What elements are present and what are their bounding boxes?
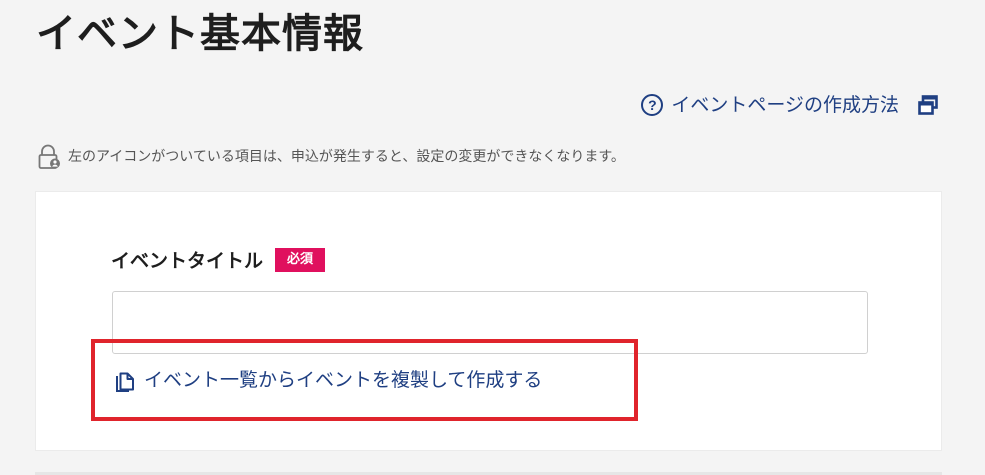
question-circle-icon: ? (641, 94, 664, 116)
help-link-event-page-howto[interactable]: ? イベントページの作成方法 (641, 92, 939, 118)
lock-user-icon (38, 144, 60, 169)
duplicate-event-link[interactable]: イベント一覧からイベントを複製して作成する (114, 366, 542, 394)
open-new-window-icon (918, 95, 938, 115)
required-badge: 必須 (275, 247, 326, 272)
event-title-input[interactable] (112, 291, 868, 354)
lock-notice: 左のアイコンがついている項目は、申込が発生すると、設定の変更ができなくなります。 (36, 144, 625, 170)
duplicate-event-label: イベント一覧からイベントを複製して作成する (144, 369, 543, 391)
page-title: イベント基本情報 (36, 11, 364, 57)
copy-document-icon (116, 372, 134, 392)
event-basic-info-page: イベント基本情報 ? イベントページの作成方法 左のアイコンがついている項目は、… (0, 0, 985, 475)
event-title-label: イベントタイトル (111, 250, 264, 272)
help-link-label: イベントページの作成方法 (671, 94, 899, 116)
event-form-card: イベントタイトル 必須 イベント一覧からイベントを複製して作成する (35, 191, 942, 451)
lock-notice-text: 左のアイコンがついている項目は、申込が発生すると、設定の変更ができなくなります。 (68, 149, 625, 165)
event-title-label-row: イベントタイトル 必須 (111, 246, 326, 273)
